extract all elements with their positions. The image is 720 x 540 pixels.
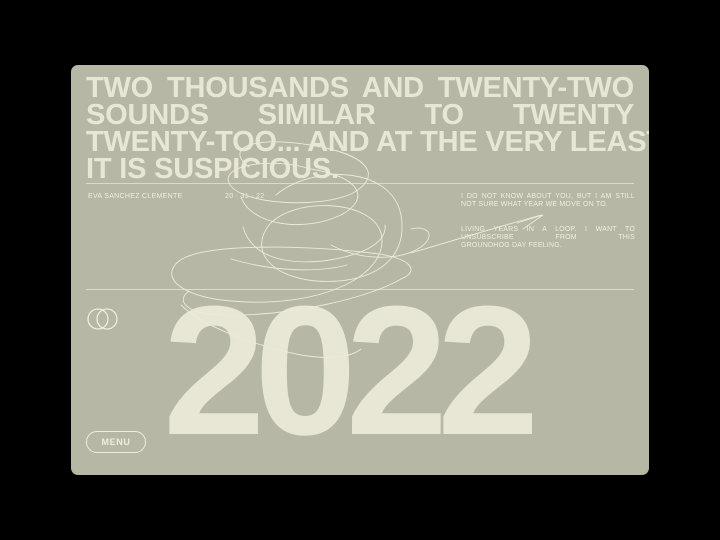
author-name: EVA SANCHEZ CLEMENTE: [88, 193, 183, 200]
headline-line-2: SOUNDS SIMILAR TO TWENTY: [86, 99, 634, 131]
divider-top: [86, 183, 634, 184]
headline-line-1: TWO THOUSANDS AND TWENTY-TWO: [86, 72, 634, 104]
poster-card: TWO THOUSANDS AND TWENTY-TWO SOUNDS SIMI…: [71, 65, 649, 475]
menu-button[interactable]: MENU: [86, 431, 146, 453]
loop-paragraph: LIVING YEARS IN A LOOP. I WANT TO UNSUBS…: [461, 226, 635, 250]
loop-paragraph-line-1: LIVING YEARS IN A LOOP. I WANT TO UNSUBS…: [461, 226, 635, 241]
date-label: 20 · 31 · 22: [225, 193, 265, 200]
loop-paragraph-line-2: GROUNDHOG DAY FEELING.: [461, 242, 562, 249]
headline: TWO THOUSANDS AND TWENTY-TWO SOUNDS SIMI…: [86, 72, 649, 185]
year-display: 2022: [163, 267, 539, 473]
headline-line-4: IT IS SUSPICIOUS.: [86, 153, 339, 185]
interlocking-rings-icon[interactable]: [85, 305, 123, 333]
headline-line-3: TWENTY-TOO... AND AT THE VERY LEAST: [86, 126, 649, 158]
intro-paragraph: I DO NOT KNOW ABOUT YOU, BUT I AM STILL …: [461, 193, 635, 208]
